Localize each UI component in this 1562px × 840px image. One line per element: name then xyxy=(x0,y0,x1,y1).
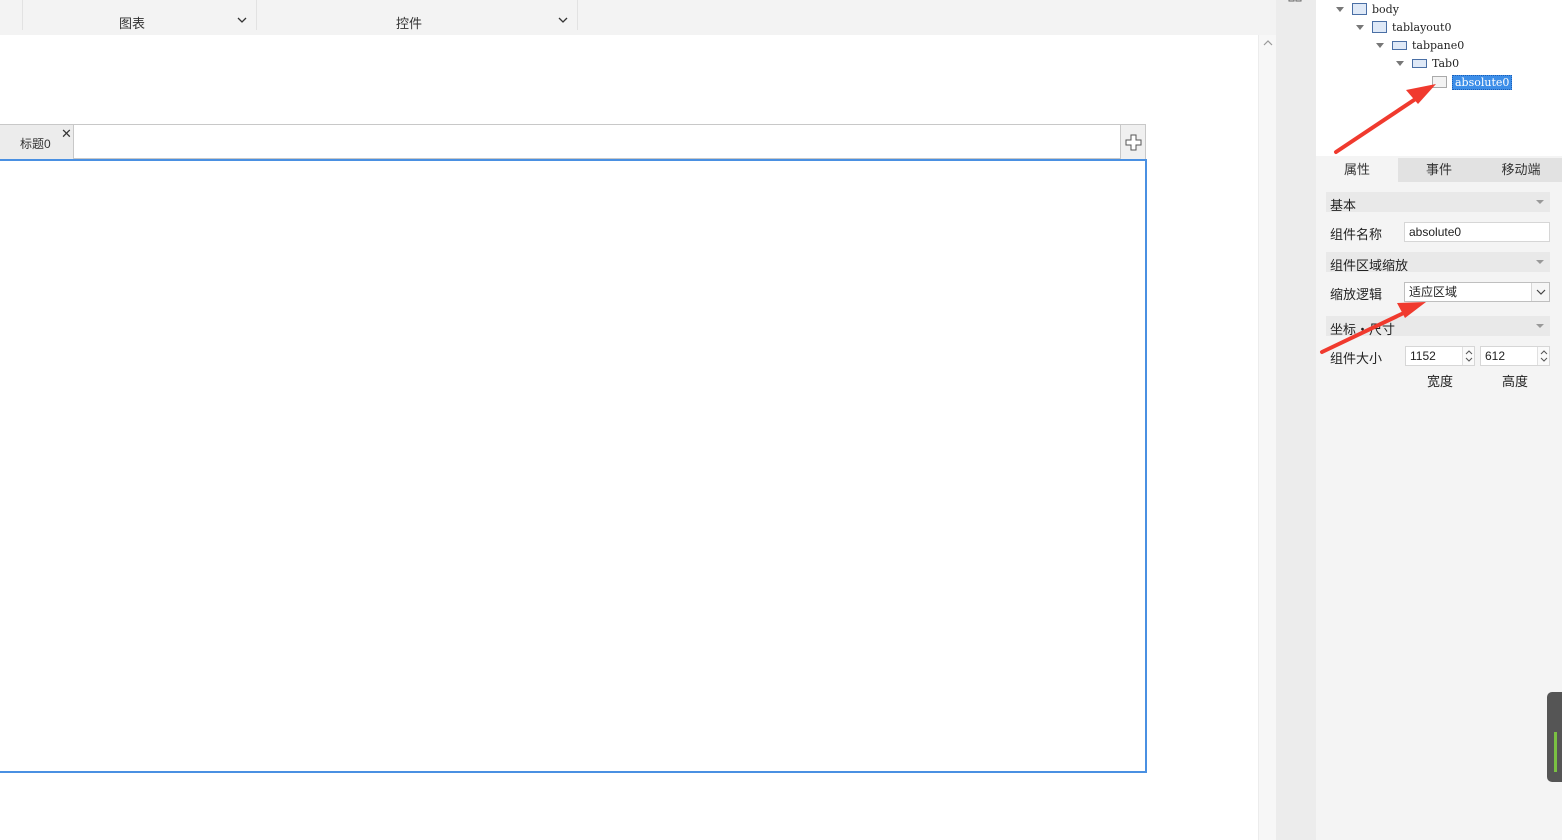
tab-title-0[interactable]: 标题0 ✕ xyxy=(0,125,74,159)
scale-logic-label: 缩放逻辑 xyxy=(1330,287,1383,302)
scale-logic-value: 适应区域 xyxy=(1409,285,1458,299)
absolute-layout-icon xyxy=(1432,76,1447,88)
component-size-label: 组件大小 xyxy=(1330,351,1383,366)
expand-arrow-icon[interactable] xyxy=(1396,60,1404,66)
tree-node-tabpane[interactable]: tabpane0 xyxy=(1376,36,1464,54)
component-name-input[interactable]: absolute0 xyxy=(1404,222,1550,242)
tab-title-label: 标题0 xyxy=(20,137,51,151)
top-toolbar: 图表 控件 xyxy=(0,0,1276,35)
tab-mobile[interactable]: 移动端 xyxy=(1480,158,1562,182)
toolbar-group-chart[interactable]: 图表 xyxy=(23,0,256,34)
toolbar-divider xyxy=(577,0,578,30)
designer-window: 图表 控件 标题0 ✕ body tablayout0 tabpane0 Tab… xyxy=(0,0,1562,840)
toolbar-group-label: 控件 xyxy=(396,16,423,31)
width-value: 1152 xyxy=(1410,349,1436,363)
collapse-icon xyxy=(1536,200,1544,204)
tree-node-body[interactable]: body xyxy=(1336,0,1399,18)
height-spinner[interactable]: 612 xyxy=(1480,346,1550,366)
spinner-icon xyxy=(1540,350,1548,362)
tree-node-label-selected: absolute0 xyxy=(1452,74,1513,90)
close-icon[interactable]: ✕ xyxy=(61,126,72,142)
tree-node-label: tabpane0 xyxy=(1412,38,1465,52)
height-value: 612 xyxy=(1485,349,1506,363)
layout-grid-icon[interactable] xyxy=(1288,0,1302,4)
chevron-down-icon xyxy=(558,17,568,23)
tree-node-label: body xyxy=(1372,2,1399,16)
toolbar-group-label: 图表 xyxy=(119,16,146,31)
height-caption: 高度 xyxy=(1502,374,1529,389)
section-coords[interactable]: 坐标・尺寸 xyxy=(1326,316,1550,337)
dropdown-button[interactable] xyxy=(1531,283,1549,301)
tab-content-area[interactable] xyxy=(0,159,1147,773)
width-caption: 宽度 xyxy=(1427,374,1454,389)
right-panel: body tablayout0 tabpane0 Tab0 absolute0 xyxy=(1316,0,1562,840)
tree-node-label: Tab0 xyxy=(1432,56,1460,70)
section-scale[interactable]: 组件区域缩放 xyxy=(1326,252,1550,273)
level-indicator xyxy=(1554,732,1557,772)
tree-node-tablayout[interactable]: tablayout0 xyxy=(1356,18,1451,36)
tab-icon xyxy=(1412,58,1427,68)
toolbar-group-widget[interactable]: 控件 xyxy=(257,0,577,34)
side-widget[interactable] xyxy=(1547,692,1562,782)
expand-arrow-icon[interactable] xyxy=(1336,6,1344,12)
section-title: 基本 xyxy=(1330,198,1357,213)
tab-properties[interactable]: 属性 xyxy=(1316,158,1398,182)
scale-logic-select[interactable]: 适应区域 xyxy=(1404,282,1550,302)
chevron-down-icon xyxy=(237,17,247,23)
section-basic[interactable]: 基本 xyxy=(1326,192,1550,213)
expand-arrow-icon[interactable] xyxy=(1356,24,1364,30)
component-tree: body tablayout0 tabpane0 Tab0 absolute0 xyxy=(1316,0,1562,156)
component-name-label: 组件名称 xyxy=(1330,227,1383,242)
collapse-icon xyxy=(1536,260,1544,264)
collapse-icon xyxy=(1536,324,1544,328)
panel-divider xyxy=(1276,0,1316,840)
tree-node-label: tablayout0 xyxy=(1392,20,1452,34)
section-title: 组件区域缩放 xyxy=(1330,258,1409,273)
spinner-arrows-icon[interactable] xyxy=(1462,347,1474,365)
tab-events[interactable]: 事件 xyxy=(1398,158,1480,182)
add-tab-icon xyxy=(1125,134,1142,151)
add-tab-button[interactable] xyxy=(1120,125,1145,159)
spinner-arrows-icon[interactable] xyxy=(1537,347,1549,365)
tree-node-absolute[interactable]: absolute0 xyxy=(1432,73,1513,91)
tabpane-icon xyxy=(1392,40,1407,50)
spinner-icon xyxy=(1465,350,1473,362)
tablayout-icon xyxy=(1372,21,1387,33)
expand-arrow-icon[interactable] xyxy=(1376,42,1384,48)
property-tabs: 属性 事件 移动端 xyxy=(1316,158,1562,182)
vertical-scrollbar[interactable] xyxy=(1258,35,1276,840)
width-spinner[interactable]: 1152 xyxy=(1405,346,1475,366)
scroll-up-icon[interactable] xyxy=(1263,39,1273,47)
tree-node-tab[interactable]: Tab0 xyxy=(1396,54,1459,72)
chevron-down-icon xyxy=(1536,289,1546,295)
body-icon xyxy=(1352,3,1367,15)
tab-bar: 标题0 ✕ xyxy=(0,124,1146,159)
section-title: 坐标・尺寸 xyxy=(1330,322,1396,337)
